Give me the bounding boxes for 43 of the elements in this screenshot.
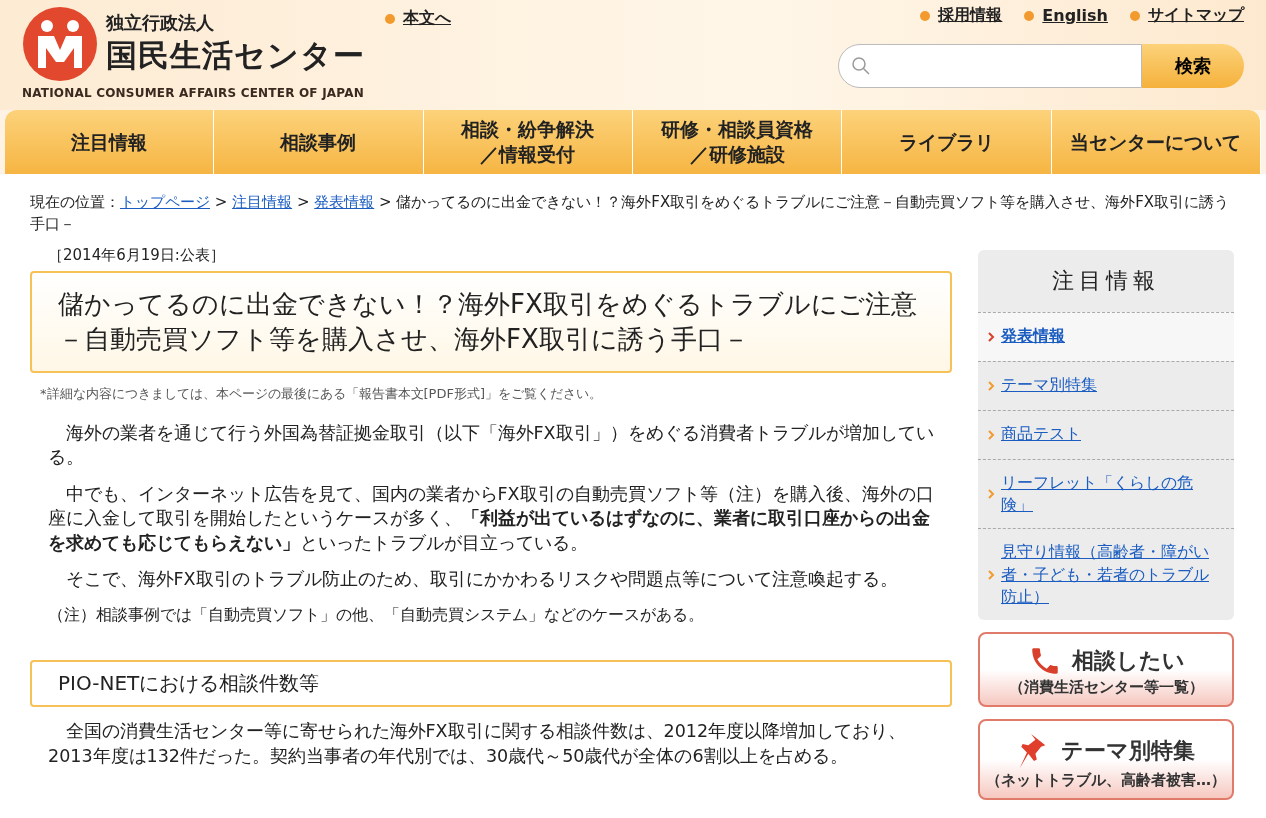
search-button[interactable]: 検索 bbox=[1142, 44, 1244, 88]
section-heading: PIO-NETにおける相談件数等 bbox=[30, 660, 952, 708]
chevron-icon bbox=[988, 488, 995, 499]
chevron-icon bbox=[988, 569, 995, 580]
org-name: 国民生活センター bbox=[106, 36, 365, 75]
header-link[interactable]: English bbox=[1024, 5, 1108, 26]
publish-date: ［2014年6月19日:公表］ bbox=[47, 245, 226, 265]
paragraph: 中でも、インターネット広告を見て、国内の業者からFX取引の自動売買ソフト等（注）を購入後、海外の口座に入金して取引を開始したというケースが多く、「利益が出ているはずなのに、業者に取引口座からの出金を求めても応じてもらえない」といったトラブルが目立っている。 bbox=[47, 482, 935, 555]
header-link[interactable]: サイトマップ bbox=[1130, 5, 1244, 26]
nav-tab[interactable]: 注目情報 bbox=[5, 110, 215, 174]
sidebar-item[interactable]: 商品テスト bbox=[978, 409, 1234, 459]
sidebar-title: 注目情報 bbox=[1051, 266, 1161, 295]
paragraph: そこで、海外FX取引のトラブル防止のため、取引にかかわるリスクや問題点等について注意喚起する。 bbox=[64, 568, 899, 592]
nav-tab[interactable]: 相談事例 bbox=[214, 110, 424, 174]
nav-tab[interactable]: ライブラリ bbox=[842, 110, 1052, 174]
breadcrumb-link[interactable]: 注目情報 bbox=[232, 193, 293, 211]
chevron-icon bbox=[988, 429, 995, 440]
sidebar-item[interactable]: 見守り情報（高齢者・障がい者・子ども・若者のトラブル防止） bbox=[978, 528, 1234, 621]
nav-tab[interactable]: 研修・相談員資格 ／研修施設 bbox=[633, 110, 843, 174]
nav-tab[interactable]: 相談・紛争解決 ／情報受付 bbox=[423, 110, 633, 174]
skip-link[interactable]: 本文へ bbox=[385, 8, 451, 29]
search-field[interactable] bbox=[838, 44, 1142, 88]
org-name-english: NATIONAL CONSUMER AFFAIRS CENTER OF JAPAN bbox=[22, 86, 365, 100]
article-title: 儲かってるのに出金できない！？海外FX取引をめぐるトラブルにご注意－自動売買ソフト等を購入させ、海外FX取引に誘う手口－ bbox=[30, 270, 952, 373]
header-link[interactable]: 採用情報 bbox=[920, 5, 1003, 26]
paragraph: 海外の業者を通じて行う外国為替証拠金取引（以下「海外FX取引」）をめぐる消費者トラブルが増加している。 bbox=[47, 421, 935, 470]
footnote: （注）相談事例では「自動売買ソフト」の他、「自動売買システム」などのケースがある。 bbox=[47, 603, 705, 626]
banner-link[interactable]: テーマ別特集 （ネットトラブル、高齢者被害…） bbox=[978, 719, 1234, 801]
nav-tab[interactable]: 当センターについて bbox=[1051, 110, 1261, 174]
sidebar-item[interactable]: テーマ別特集 bbox=[978, 360, 1234, 410]
logo-icon bbox=[22, 6, 98, 82]
breadcrumb-link[interactable]: トップページ bbox=[120, 193, 210, 211]
breadcrumb-link[interactable]: 発表情報 bbox=[314, 193, 375, 211]
sidebar-item[interactable]: 発表情報 bbox=[978, 311, 1234, 361]
paragraph: 全国の消費生活センター等に寄せられた海外FX取引に関する相談件数は、2012年度以降増加しており、2013年度は132件だった。契約当事者の年代別では、30歳代～50歳代が全体の6割以上を占める。 bbox=[47, 720, 908, 768]
breadcrumb: 現在の位置：トップページ > 注目情報 > 発表情報 > 儲かってるのに出金できない！？海外FX取引をめぐるトラブルにご注意－自動売買ソフト等を購入させ、海外FX取引に誘う手口－ bbox=[30, 192, 1231, 235]
chevron-icon bbox=[988, 331, 995, 342]
banner-link[interactable]: 相談したい （消費生活センター等一覧） bbox=[978, 632, 1234, 708]
search-icon bbox=[851, 56, 871, 76]
org-type: 独立行政法人 bbox=[106, 11, 215, 35]
pdf-note: *詳細な内容につきましては、本ページの最後にある「報告書本文[PDF形式]」をご覧ください。 bbox=[40, 384, 603, 403]
chevron-icon bbox=[988, 380, 995, 391]
sidebar-item[interactable]: リーフレット「くらしの危険」 bbox=[978, 458, 1234, 529]
